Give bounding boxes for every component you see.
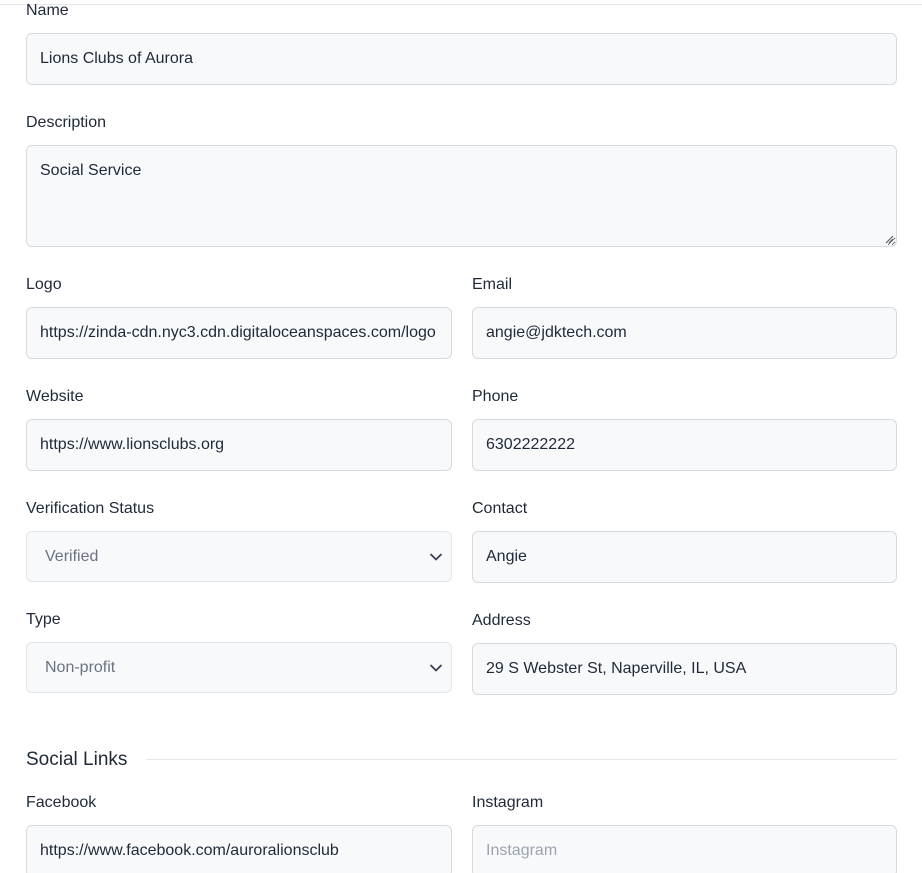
chevron-down-icon [430, 664, 442, 672]
facebook-label: Facebook [26, 794, 97, 811]
contact-input[interactable] [472, 531, 897, 583]
phone-label: Phone [472, 388, 519, 405]
facebook-input[interactable] [26, 825, 452, 873]
description-label: Description [26, 114, 107, 131]
name-label: Name [26, 2, 69, 19]
description-textarea[interactable]: Social Service [26, 145, 897, 247]
instagram-input[interactable] [472, 825, 897, 873]
section-divider [146, 759, 897, 760]
instagram-label: Instagram [472, 794, 544, 811]
top-divider [0, 4, 922, 5]
website-input[interactable] [26, 419, 452, 471]
type-label: Type [26, 611, 61, 628]
website-label: Website [26, 388, 84, 405]
resize-grip-icon[interactable] [884, 234, 894, 244]
verification-status-select[interactable]: Verified [26, 531, 452, 582]
logo-input[interactable] [26, 307, 452, 359]
address-input[interactable] [472, 643, 897, 695]
address-label: Address [472, 612, 531, 629]
verification-status-label: Verification Status [26, 500, 155, 517]
email-input[interactable] [472, 307, 897, 359]
type-selected-value: Non-profit [45, 658, 116, 676]
organization-edit-form: Name Description Social Service Logo Ema… [0, 0, 922, 873]
phone-input[interactable] [472, 419, 897, 471]
contact-label: Contact [472, 500, 528, 517]
verification-status-selected-value: Verified [45, 547, 99, 565]
email-label: Email [472, 276, 513, 293]
logo-label: Logo [26, 276, 62, 293]
type-select[interactable]: Non-profit [26, 642, 452, 693]
social-links-heading: Social Links [26, 749, 128, 770]
chevron-down-icon [430, 553, 442, 561]
name-input[interactable] [26, 33, 897, 85]
